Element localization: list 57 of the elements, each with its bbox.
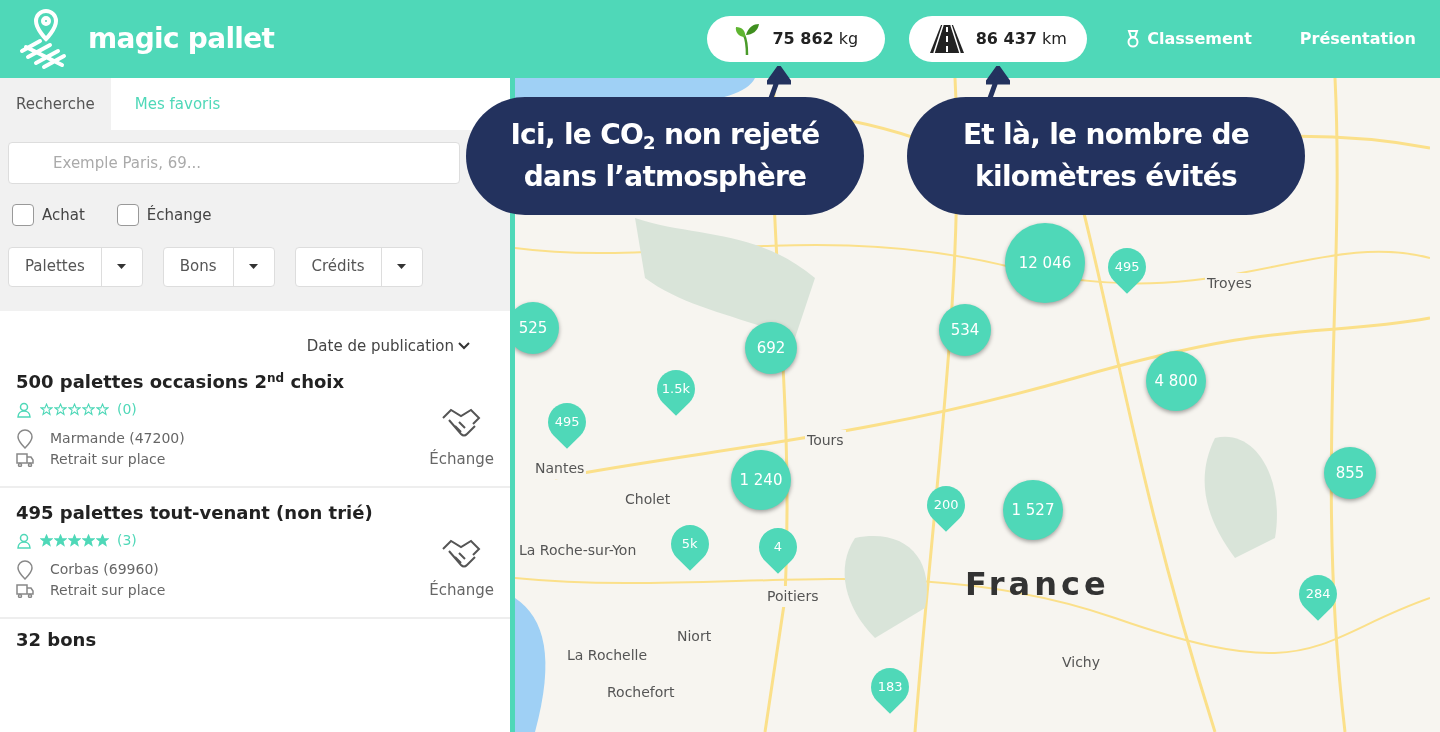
listing-card[interactable]: 32 bons: [0, 619, 510, 653]
caret-icon: [117, 264, 127, 269]
cluster-marker[interactable]: 534: [939, 304, 991, 356]
listing-delivery: Retrait sur place: [50, 450, 166, 469]
cluster-marker[interactable]: 525: [515, 302, 559, 354]
listing-type: Échange: [429, 579, 494, 601]
listing-card[interactable]: 500 palettes occasions 2$^{nd}$ choix (0) Marmande (47200) Retrait sur place Échange: [0, 357, 510, 488]
checkbox-label: Échange: [146, 204, 212, 226]
callout-bubble: Ici, le CO$_{2}$ non rejeté dans l’atmosphère: [466, 97, 864, 215]
arrow-pointer-icon: [986, 66, 1010, 98]
brand-name: magic pallet: [88, 21, 275, 57]
listing-title: 32 bons: [16, 628, 98, 652]
checkbox-label: Achat: [42, 205, 85, 226]
user-icon: [16, 401, 32, 418]
stat-value: 86 437 km: [975, 28, 1067, 50]
listing-location: Marmande (47200): [50, 429, 185, 448]
rating-count: (3): [117, 531, 137, 550]
road-icon: [929, 25, 964, 53]
truck-icon: [16, 583, 34, 598]
location-pin-icon: [16, 559, 34, 580]
cluster-marker[interactable]: 692: [745, 322, 797, 374]
caret-icon: [397, 264, 406, 269]
listing-location: Corbas (69960): [50, 560, 159, 579]
callout-bubble: Et là, le nombre de kilomètres évités: [907, 97, 1305, 215]
rating-count: (0): [117, 400, 137, 419]
cluster-marker[interactable]: 1 527: [1003, 480, 1063, 540]
listing-title: 500 palettes occasions 2$^{nd}$ choix: [16, 370, 346, 394]
arrow-pointer-icon: [767, 66, 791, 98]
stat-value: 75 862 kg: [772, 28, 859, 50]
cluster-marker[interactable]: 1 240: [731, 450, 791, 510]
chevron-down-icon: [458, 341, 470, 350]
listing-type: Échange: [429, 448, 494, 470]
filter-dropdown[interactable]: Palettes: [8, 246, 143, 287]
country-label: France: [965, 564, 1110, 605]
medal-icon: [1127, 30, 1140, 48]
user-icon: [16, 532, 32, 549]
filter-dropdown[interactable]: Crédits: [294, 246, 423, 287]
cluster-marker[interactable]: 4 800: [1146, 351, 1206, 411]
cluster-marker[interactable]: 12 046: [1005, 223, 1085, 303]
nav-link[interactable]: Classement: [1127, 27, 1252, 51]
cluster-marker[interactable]: 855: [1324, 447, 1376, 499]
listing-card[interactable]: 495 palettes tout-venant (non trié) (3) Corbas (69960) Retrait sur place Échange: [0, 488, 510, 619]
nav-link[interactable]: Présentation: [1299, 27, 1416, 51]
listing-delivery: Retrait sur place: [50, 581, 166, 600]
caret-icon: [249, 264, 259, 269]
sprout-icon: [734, 23, 761, 55]
city-label: Poitiers: [765, 586, 821, 607]
checkbox[interactable]: [12, 204, 34, 227]
tab[interactable]: Recherche: [0, 78, 111, 130]
checkbox[interactable]: [116, 204, 139, 227]
sort-dropdown[interactable]: Date de publication: [306, 334, 470, 357]
city-label: Troyes: [1205, 273, 1254, 294]
location-pin-icon: [16, 428, 34, 449]
search-field[interactable]: Exemple Paris, 69...: [8, 142, 460, 184]
filter-dropdown[interactable]: Bons: [162, 246, 275, 287]
listing-title: 495 palettes tout-venant (non trié): [16, 501, 374, 525]
truck-icon: [16, 452, 34, 467]
